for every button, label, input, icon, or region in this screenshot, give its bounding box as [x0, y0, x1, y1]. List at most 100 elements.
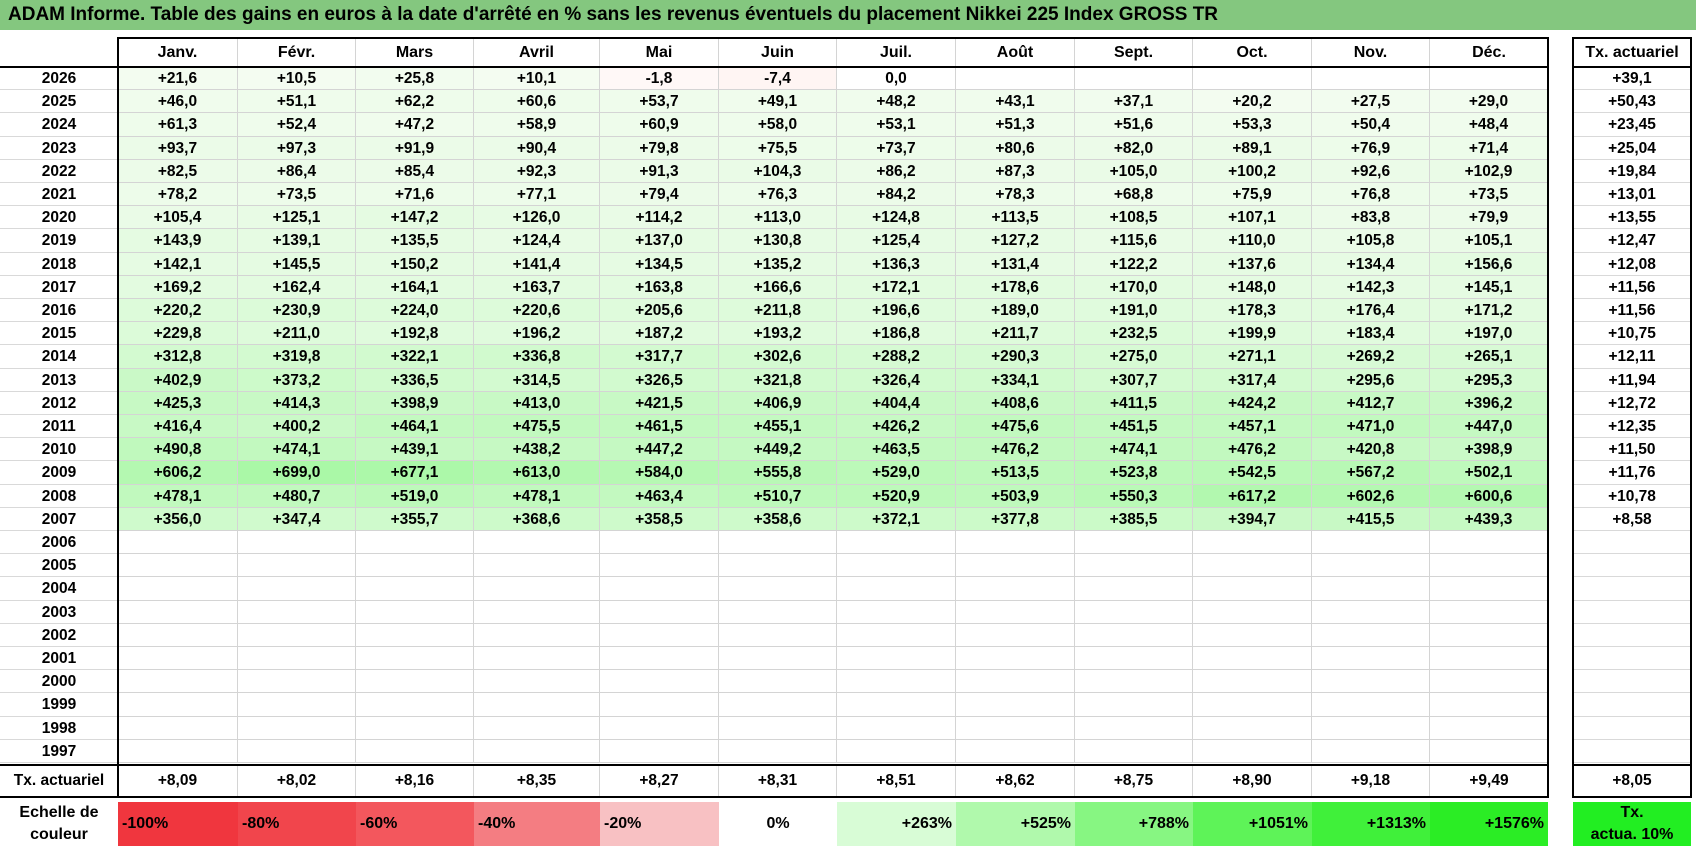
- table-cell: +79,4: [600, 183, 719, 207]
- table-cell: [118, 577, 238, 601]
- tx-actuariel-cell: [1573, 670, 1691, 694]
- table-cell: +77,1: [474, 183, 600, 207]
- table-cell: +288,2: [837, 345, 956, 369]
- table-cell: [719, 716, 837, 740]
- table-cell: +125,1: [238, 206, 356, 230]
- table-cell: [474, 600, 600, 624]
- table-border: [117, 37, 1549, 39]
- table-cell: +83,8: [1312, 206, 1430, 230]
- table-cell: [1430, 670, 1548, 694]
- table-cell: [118, 554, 238, 578]
- table-cell: +420,8: [1312, 438, 1430, 462]
- table-border: [1572, 37, 1692, 39]
- table-cell: +73,5: [1430, 183, 1548, 207]
- color-scale-label-line1: Echelle de: [19, 804, 99, 821]
- color-scale-swatch: +1576%: [1430, 802, 1548, 846]
- tx-actuariel-cell: +50,43: [1573, 90, 1691, 114]
- table-cell: +519,0: [356, 484, 474, 508]
- table-cell: +75,9: [1193, 183, 1312, 207]
- table-cell: +91,3: [600, 159, 719, 183]
- month-header: Nov.: [1312, 37, 1430, 68]
- table-cell: [1075, 600, 1193, 624]
- year-label: 2017: [0, 276, 118, 299]
- table-cell: [238, 577, 356, 601]
- table-cell: [474, 623, 600, 647]
- table-cell: [1193, 531, 1312, 555]
- table-cell: [956, 531, 1075, 555]
- footer-value: +8,31: [719, 765, 837, 797]
- table-cell: [837, 670, 956, 694]
- year-label: 2022: [0, 160, 118, 183]
- table-cell: [1312, 577, 1430, 601]
- table-cell: [600, 739, 719, 763]
- color-scale-label: Echelle de couleur: [0, 802, 118, 846]
- table-cell: [1430, 647, 1548, 671]
- table-cell: +396,2: [1430, 391, 1548, 415]
- table-cell: [1312, 716, 1430, 740]
- table-cell: +474,1: [238, 438, 356, 462]
- table-cell: [474, 531, 600, 555]
- page-title: ADAM Informe. Table des gains en euros à…: [0, 0, 1696, 30]
- table-cell: [118, 600, 238, 624]
- table-cell: +192,8: [356, 322, 474, 346]
- month-header: Août: [956, 37, 1075, 68]
- table-cell: +356,0: [118, 507, 238, 531]
- month-header: Févr.: [238, 37, 356, 68]
- table-cell: +295,6: [1312, 368, 1430, 392]
- table-cell: +438,2: [474, 438, 600, 462]
- table-cell: +166,6: [719, 275, 837, 299]
- table-cell: [956, 739, 1075, 763]
- table-border: [1572, 764, 1692, 766]
- table-cell: +302,6: [719, 345, 837, 369]
- footer-value: +8,09: [118, 765, 238, 797]
- table-cell: +108,5: [1075, 206, 1193, 230]
- table-cell: +53,3: [1193, 113, 1312, 137]
- table-cell: +142,3: [1312, 275, 1430, 299]
- table-cell: +47,2: [356, 113, 474, 137]
- table-cell: +411,5: [1075, 391, 1193, 415]
- footer-value: +8,16: [356, 765, 474, 797]
- table-cell: +113,5: [956, 206, 1075, 230]
- tx-actuariel-cell: +11,50: [1573, 438, 1691, 462]
- table-cell: [1193, 739, 1312, 763]
- tx-actuariel-cell: +12,35: [1573, 415, 1691, 439]
- year-label: 1999: [0, 693, 118, 717]
- table-cell: 0,0: [837, 67, 956, 91]
- table-cell: [1075, 577, 1193, 601]
- table-cell: +105,1: [1430, 229, 1548, 253]
- table-cell: +606,2: [118, 461, 238, 485]
- table-cell: [600, 716, 719, 740]
- table-cell: +412,7: [1312, 391, 1430, 415]
- table-cell: +413,0: [474, 391, 600, 415]
- table-cell: +455,1: [719, 415, 837, 439]
- table-cell: [238, 600, 356, 624]
- table-cell: +617,2: [1193, 484, 1312, 508]
- table-cell: +416,4: [118, 415, 238, 439]
- table-cell: +529,0: [837, 461, 956, 485]
- table-cell: +550,3: [1075, 484, 1193, 508]
- table-cell: +114,2: [600, 206, 719, 230]
- table-cell: [238, 623, 356, 647]
- table-cell: +475,5: [474, 415, 600, 439]
- table-cell: +336,5: [356, 368, 474, 392]
- table-cell: +178,3: [1193, 299, 1312, 323]
- table-cell: +97,3: [238, 136, 356, 160]
- tx-actuariel-cell: +10,78: [1573, 485, 1691, 508]
- table-cell: +373,2: [238, 368, 356, 392]
- color-scale-label-line2: couleur: [30, 826, 88, 843]
- color-scale-tx-line2: actua. 10%: [1590, 826, 1674, 843]
- table-cell: [837, 531, 956, 555]
- table-cell: +406,9: [719, 391, 837, 415]
- table-cell: +110,0: [1193, 229, 1312, 253]
- table-cell: +25,8: [356, 67, 474, 91]
- table-cell: +122,2: [1075, 252, 1193, 276]
- table-cell: +295,3: [1430, 368, 1548, 392]
- table-cell: +555,8: [719, 461, 837, 485]
- table-cell: [1075, 554, 1193, 578]
- table-border: [0, 764, 1549, 766]
- table-cell: [356, 554, 474, 578]
- table-cell: +475,6: [956, 415, 1075, 439]
- table-cell: [238, 693, 356, 717]
- table-cell: +421,5: [600, 391, 719, 415]
- table-cell: [1075, 739, 1193, 763]
